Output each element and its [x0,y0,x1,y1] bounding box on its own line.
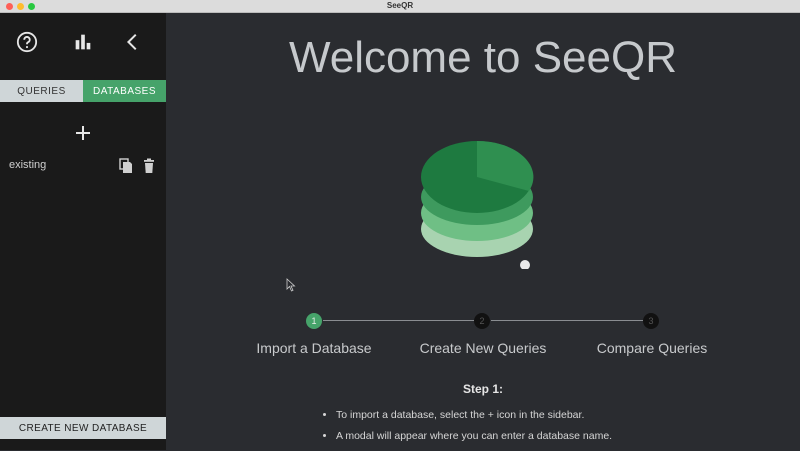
step-3-indicator[interactable]: 3 [643,313,659,329]
chevron-left-icon[interactable] [122,31,144,53]
instruction-item: A modal will appear where you can enter … [336,430,800,442]
sidebar: QUERIES DATABASES existing CREATE NEW DA… [0,13,166,450]
step-title: Step 1: [462,382,503,396]
help-circle-icon[interactable] [16,31,38,53]
trash-icon[interactable] [142,158,156,174]
tab-queries[interactable]: QUERIES [0,80,83,102]
step-1-label: Import a Database [256,340,372,356]
step-connector [323,320,474,321]
window-title: SeeQR [386,1,414,10]
mouse-cursor-icon [286,278,296,292]
instructions-list: To import a database, select the + icon … [316,409,800,451]
database-logo-icon [421,139,545,269]
create-new-database-button[interactable]: CREATE NEW DATABASE [0,417,166,439]
page-title: Welcome to SeeQR [288,33,677,82]
tab-databases[interactable]: DATABASES [83,80,166,102]
stepper: 1 2 3 Import a Database Create New Queri… [166,313,800,363]
database-name: existing [9,159,47,171]
step-2-label: Create New Queries [419,340,547,356]
sidebar-tabs: QUERIES DATABASES [0,80,166,102]
step-1-indicator[interactable]: 1 [306,313,322,329]
bar-chart-icon[interactable] [72,31,94,53]
title-bar: SeeQR [0,0,800,13]
main-content: Welcome to SeeQR 1 2 3 Import a Database… [166,13,800,450]
plus-icon [76,126,90,140]
step-3-label: Compare Queries [596,340,708,356]
instruction-item: To import a database, select the + icon … [336,409,800,421]
copy-database-icon[interactable] [119,158,133,174]
step-connector [491,320,643,321]
step-2-indicator[interactable]: 2 [474,313,490,329]
database-list-item[interactable]: existing [0,157,166,175]
add-database-button[interactable] [73,123,93,143]
